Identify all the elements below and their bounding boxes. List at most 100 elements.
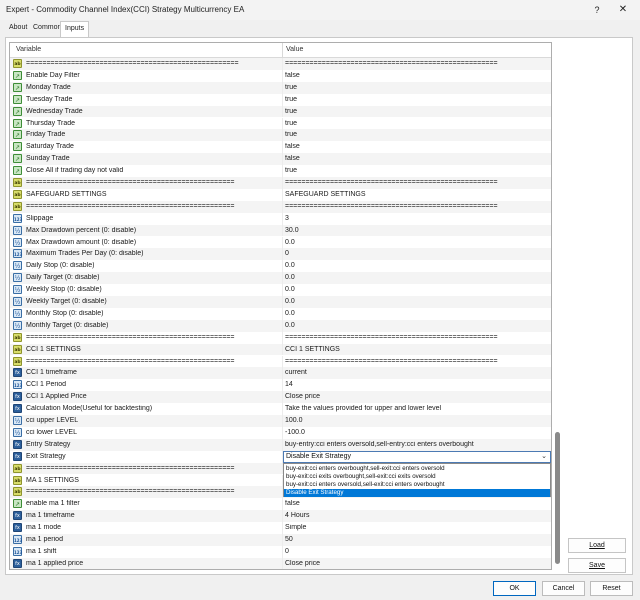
table-row[interactable]: ↗ Enable Day Filter false xyxy=(10,69,551,82)
cancel-button[interactable]: Cancel xyxy=(542,581,585,596)
table-row[interactable]: ab ======================================… xyxy=(10,355,551,368)
parameter-value[interactable]: 0.0 xyxy=(285,298,551,305)
parameter-value[interactable]: current xyxy=(285,369,551,376)
table-row[interactable]: ½ Daily Target (0: disable) 0.0 xyxy=(10,272,551,285)
table-row[interactable]: ½ Weekly Stop (0: disable) 0.0 xyxy=(10,284,551,296)
parameter-value[interactable]: true xyxy=(285,84,551,91)
parameter-value[interactable]: 0.0 xyxy=(285,262,551,269)
close-icon[interactable]: ✕ xyxy=(613,2,633,18)
table-row[interactable]: 123 Slippage 3 xyxy=(10,212,551,225)
scrollbar-thumb[interactable] xyxy=(555,432,560,564)
parameter-value[interactable]: Simple xyxy=(285,524,551,531)
table-row[interactable]: ↗ Thursday Trade true xyxy=(10,117,551,130)
table-row[interactable]: ½ cci lower LEVEL -100.0 xyxy=(10,426,551,439)
grid-scrollbar[interactable] xyxy=(554,42,562,570)
parameter-value[interactable]: true xyxy=(285,167,551,174)
parameter-value[interactable]: SAFEGUARD SETTINGS xyxy=(285,191,551,198)
table-row[interactable]: ½ Max Drawdown percent (0: disable) 30.0 xyxy=(10,224,551,237)
parameter-value[interactable]: Close price xyxy=(285,560,551,567)
table-row[interactable]: fx ma 1 mode Simple xyxy=(10,522,551,534)
table-row[interactable]: ½ Daily Stop (0: disable) 0.0 xyxy=(10,260,551,273)
parameter-value[interactable]: 30.0 xyxy=(285,227,551,234)
parameter-value[interactable]: false xyxy=(285,500,551,507)
table-row[interactable]: fx Calculation Mode(Useful for backtestin… xyxy=(10,403,551,415)
table-row[interactable]: ½ Weekly Target (0: disable) 0.0 xyxy=(10,296,551,308)
table-row[interactable]: ↗ Sunday Trade false xyxy=(10,153,551,166)
parameter-value[interactable]: 0 xyxy=(285,548,551,555)
chevron-down-icon[interactable]: ⌄ xyxy=(541,452,547,460)
table-row[interactable]: fx CCI 1 Applied Price Close price xyxy=(10,391,551,404)
parameter-value[interactable]: 50 xyxy=(285,536,551,543)
table-row[interactable]: ½ Monthly Target (0: disable) 0.0 xyxy=(10,319,551,332)
parameter-value[interactable]: Take the values provided for upper and l… xyxy=(285,405,551,412)
table-row[interactable]: 123 ma 1 shift 0 xyxy=(10,545,551,558)
table-row[interactable]: fx ma 1 timeframe 4 Hours xyxy=(10,510,551,523)
table-row[interactable]: ↗ Friday Trade true xyxy=(10,129,551,142)
ok-button[interactable]: OK xyxy=(493,581,536,596)
table-row[interactable]: ↗ Wednesday Trade true xyxy=(10,105,551,118)
cell-separator xyxy=(282,260,283,273)
column-header-variable[interactable]: Variable xyxy=(16,46,41,53)
dropdown-option[interactable]: buy-exit:cci enters oversold,sell-exit:c… xyxy=(284,481,550,489)
parameter-value[interactable]: ========================================… xyxy=(285,358,551,365)
table-row[interactable]: 123 ma 1 period 50 xyxy=(10,534,551,546)
parameter-value[interactable]: true xyxy=(285,108,551,115)
parameter-value[interactable]: 0.0 xyxy=(285,239,551,246)
parameter-value[interactable]: false xyxy=(285,72,551,79)
table-row[interactable]: ↗ enable ma 1 filter false xyxy=(10,498,551,511)
parameter-value[interactable]: true xyxy=(285,120,551,127)
parameter-value[interactable]: false xyxy=(285,155,551,162)
parameter-value[interactable]: ========================================… xyxy=(285,60,551,67)
table-row[interactable]: ab SAFEGUARD SETTINGS SAFEGUARD SETTINGS xyxy=(10,188,551,201)
table-row[interactable]: ↗ Saturday Trade false xyxy=(10,141,551,154)
tab-common[interactable]: Common xyxy=(33,24,61,31)
tab-about[interactable]: About xyxy=(9,24,27,31)
table-row[interactable]: 123 CCI 1 Period 14 xyxy=(10,379,551,392)
table-row[interactable]: fx Entry Strategy buy-entry:cci enters ove… xyxy=(10,438,551,451)
table-row[interactable]: ↗ Tuesday Trade true xyxy=(10,93,551,106)
parameter-value[interactable]: 0.0 xyxy=(285,322,551,329)
parameter-value[interactable]: 0.0 xyxy=(285,286,551,293)
parameter-value[interactable]: 3 xyxy=(285,215,551,222)
parameter-value[interactable]: 0.0 xyxy=(285,274,551,281)
parameter-value[interactable]: 0 xyxy=(285,250,551,257)
parameter-value[interactable]: 100.0 xyxy=(285,417,551,424)
help-button[interactable]: ? xyxy=(588,2,606,18)
table-row[interactable]: ab ======================================… xyxy=(10,200,551,213)
parameter-value[interactable]: -100.0 xyxy=(285,429,551,436)
table-row[interactable]: ab ======================================… xyxy=(10,177,551,189)
table-row[interactable]: ↗ Monday Trade true xyxy=(10,81,551,94)
parameter-value[interactable]: 4 Hours xyxy=(285,512,551,519)
parameter-value[interactable]: true xyxy=(285,131,551,138)
column-separator[interactable] xyxy=(282,43,283,58)
parameter-value[interactable]: Close price xyxy=(285,393,551,400)
load-button[interactable]: Load xyxy=(568,538,626,553)
parameter-value[interactable]: buy-entry:cci enters oversold,sell-entry… xyxy=(285,441,551,448)
save-button[interactable]: Save xyxy=(568,558,626,573)
table-row[interactable]: ½ Max Drawdown amount (0: disable) 0.0 xyxy=(10,236,551,249)
table-row[interactable]: ab CCI 1 SETTINGS CCI 1 SETTINGS xyxy=(10,343,551,356)
table-row[interactable]: 123 Maximum Trades Per Day (0: disable) 0 xyxy=(10,248,551,261)
table-row[interactable]: ab ======================================… xyxy=(10,331,551,344)
tab-inputs[interactable]: Inputs xyxy=(60,21,90,38)
reset-button[interactable]: Reset xyxy=(590,581,633,596)
table-row[interactable]: ½ cci upper LEVEL 100.0 xyxy=(10,415,551,427)
parameter-value[interactable]: false xyxy=(285,143,551,150)
column-header-value[interactable]: Value xyxy=(286,46,303,53)
parameter-value[interactable]: ========================================… xyxy=(285,203,551,210)
table-row[interactable]: ab ======================================… xyxy=(10,58,551,70)
parameter-value[interactable]: ========================================… xyxy=(285,179,551,186)
parameter-value[interactable]: true xyxy=(285,96,551,103)
dropdown-option[interactable]: buy-exit:cci exits overbought,sell-exit:… xyxy=(284,473,550,481)
table-row[interactable]: fx ma 1 applied price Close price xyxy=(10,557,551,569)
parameter-value[interactable]: CCI 1 SETTINGS xyxy=(285,346,551,353)
parameter-value[interactable]: 0.0 xyxy=(285,310,551,317)
parameter-value[interactable]: 14 xyxy=(285,381,551,388)
dropdown-option-selected[interactable]: Disable Exit Strategy xyxy=(284,489,550,497)
table-row[interactable]: ½ Monthly Stop (0: disable) 0.0 xyxy=(10,307,551,320)
dropdown-option[interactable]: buy-exit:cci enters overbought,sell-exit… xyxy=(284,465,550,473)
table-row[interactable]: fx CCI 1 timeframe current xyxy=(10,367,551,380)
exit-strategy-select[interactable]: Disable Exit Strategy ⌄ xyxy=(283,451,551,463)
table-row[interactable]: ↗ Close All if trading day not valid true xyxy=(10,165,551,177)
parameter-value[interactable]: ========================================… xyxy=(285,334,551,341)
